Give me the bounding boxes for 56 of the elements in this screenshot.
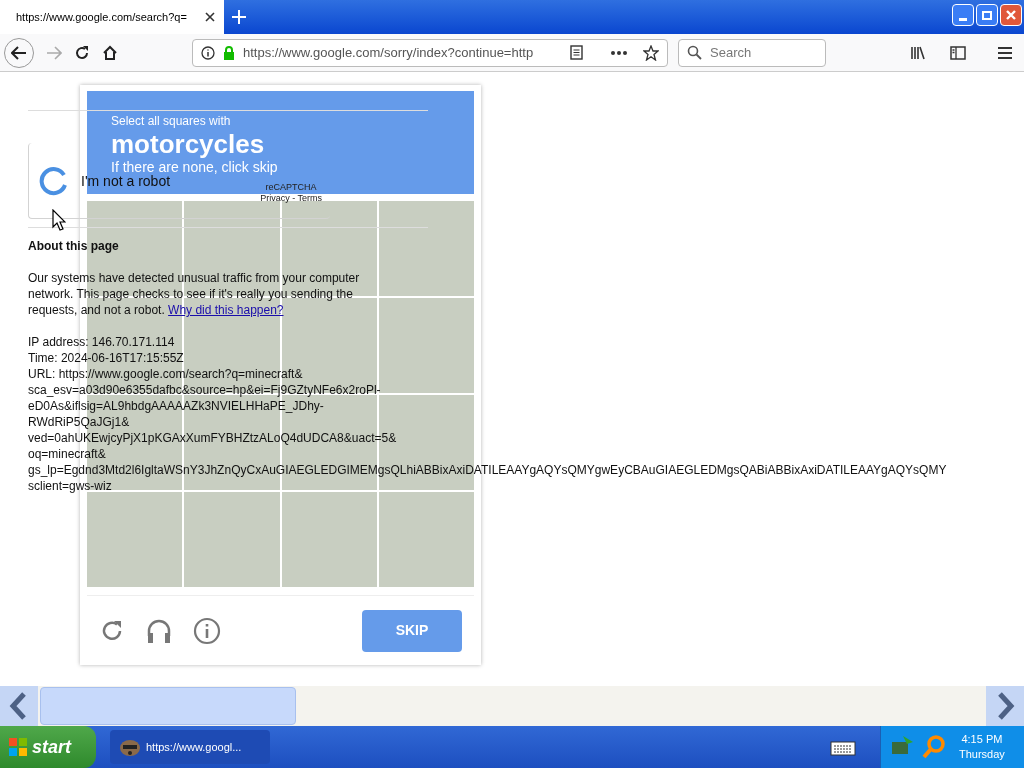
section-heading: About this page — [28, 238, 120, 254]
start-button[interactable]: start — [0, 726, 96, 768]
close-icon[interactable] — [204, 11, 216, 23]
close-icon — [1005, 9, 1017, 21]
address-bar[interactable]: https://www.google.com/sorry/index?continue=http — [192, 38, 668, 67]
back-arrow-icon — [11, 45, 27, 60]
detail-line: ved=0ahUKEwjcyPjX1pKGAxXumFYBHZtzALoQ4dUDCA8&uact=5& — [28, 430, 397, 446]
reader-view-icon[interactable] — [570, 45, 583, 60]
hint-text: If there are none, click skip — [111, 159, 279, 175]
minimize-button[interactable] — [952, 4, 974, 26]
browser-tab[interactable]: https://www.google.com/search?q= — [0, 0, 224, 34]
detail-line: sca_esv=a03d90e6355dafbc&source=hp&ei=Fj9GZtyNFe6x2roPl- — [28, 382, 381, 398]
magnifier-icon — [921, 734, 947, 760]
loading-spinner-icon — [39, 165, 69, 196]
chevron-right-icon — [995, 691, 1015, 721]
detail-line: sclient=gws-wiz — [28, 478, 112, 494]
detail-line: eD0As&iflsig=AL9hbdgAAAAAZk3NVIELHHaPE_JDhy- — [28, 398, 324, 414]
tab-title: https://www.google.com/search?q= — [16, 9, 188, 25]
library-icon[interactable] — [910, 45, 926, 60]
url-text: https://www.google.com/sorry/index?continue=http — [243, 43, 535, 62]
target-word: motorcycles — [111, 129, 266, 159]
star-icon[interactable] — [643, 44, 659, 61]
headphones-icon[interactable] — [145, 617, 173, 644]
scroll-right-button[interactable] — [986, 686, 1024, 726]
privacy-terms-link[interactable]: Privacy - Terms — [260, 193, 322, 203]
sidebar-icon[interactable] — [950, 45, 966, 60]
why-link[interactable]: Why did this happen? — [168, 303, 284, 317]
home-icon[interactable] — [102, 44, 118, 61]
restore-button[interactable] — [976, 4, 998, 26]
taskbar-window-button[interactable]: https://www.googl... — [110, 730, 270, 764]
message-text: Our systems have detected unusual traffic from your computer network. This page checks to see if it's really you sending the requests, and not a robot. Why did this happen? — [28, 270, 361, 318]
detail-line: RWdRiP5QaJGj1& — [28, 414, 130, 430]
search-input[interactable]: Search — [710, 42, 810, 63]
instruction-text: Select all squares with — [111, 113, 232, 129]
info-icon[interactable] — [201, 45, 215, 60]
detail-line: Time: 2024-06-16T17:15:55Z — [28, 350, 184, 366]
clock-day: Thursday — [959, 747, 1005, 762]
mouse-pointer-icon — [52, 209, 66, 231]
scroll-left-button[interactable] — [0, 686, 38, 726]
windows-logo-icon — [8, 737, 28, 757]
search-icon — [687, 45, 702, 60]
close-button[interactable] — [1000, 4, 1022, 26]
chevron-left-icon — [9, 691, 29, 721]
search-field[interactable]: Search — [678, 38, 826, 67]
recaptcha-brand: reCAPTCHA — [265, 182, 317, 193]
lock-icon — [223, 45, 235, 60]
more-icon[interactable] — [611, 50, 627, 55]
detail-line: oq=minecraft& — [28, 446, 106, 462]
detail-line: URL: https://www.google.com/search?q=minecraft& — [28, 366, 303, 382]
scrollbar-thumb[interactable] — [40, 687, 296, 725]
detail-line: IP address: 146.70.171.114 — [28, 334, 175, 350]
clock-time: 4:15 PM — [961, 732, 1003, 747]
menu-icon[interactable] — [998, 46, 1012, 59]
reload-icon[interactable] — [74, 44, 90, 61]
new-tab-icon[interactable] — [232, 10, 246, 24]
detail-line: gs_lp=Egdnd3Mtd2l6IgltaWSnY3JhZnQyCxAuGIAEGLEDGIMEMgsQLhiABBixAxiDATILEAAYgAQYsQMYgwEyCBAuGIAEGLEDMgsQABiABBixAxiDATILEAAYgAQYsQMY — [28, 462, 947, 478]
